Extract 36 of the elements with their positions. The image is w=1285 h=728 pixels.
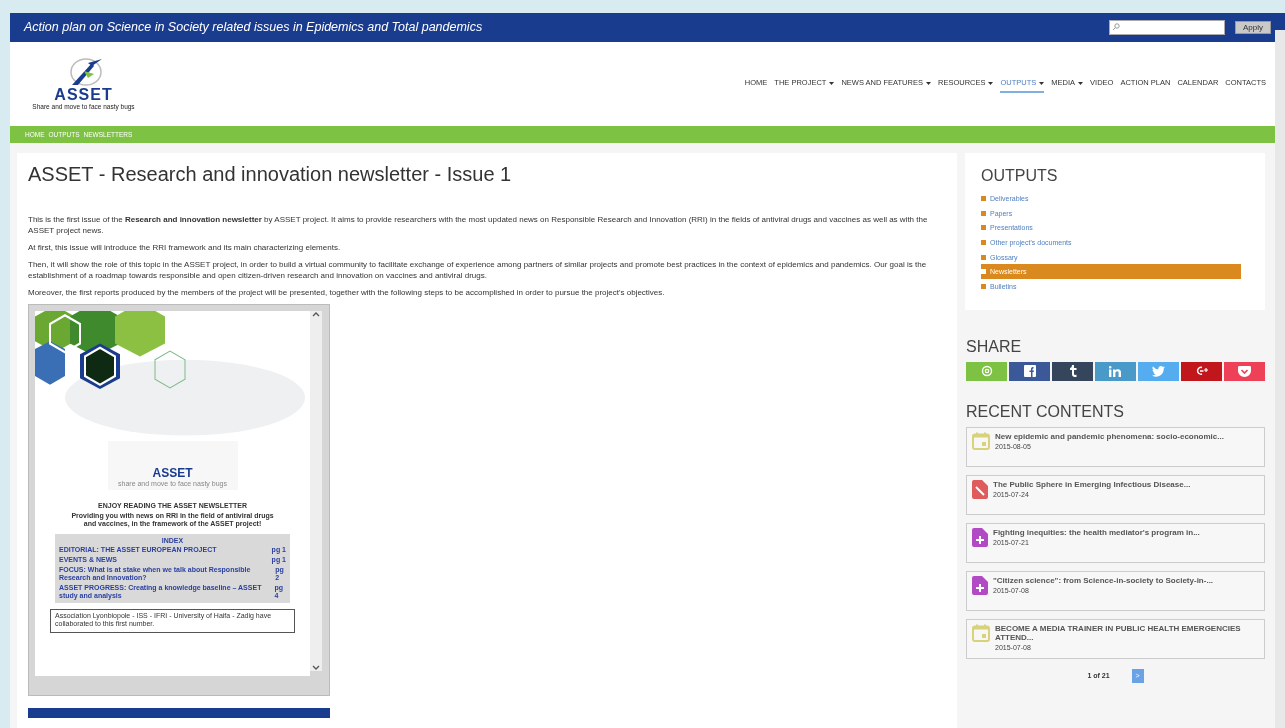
calendar-icon <box>972 431 990 450</box>
article-title: ASSET - Research and innovation newsletter - Issue 1 <box>28 163 513 186</box>
linkedin-icon <box>1109 365 1122 377</box>
search-field[interactable] <box>1109 19 1225 35</box>
share-button[interactable] <box>1181 361 1222 381</box>
apply-button[interactable]: Apply <box>1235 20 1271 34</box>
recent-title-link[interactable]: The Public Sphere in Emerging Infectious Disease... <box>993 479 1191 489</box>
share-button[interactable] <box>1052 361 1093 381</box>
pencil-document-icon <box>972 479 988 499</box>
share-button[interactable] <box>1009 361 1050 381</box>
recent-title-link[interactable]: "Citizen science": from Science-in-society to Society-in-... <box>993 575 1214 585</box>
article-paragraph: At first, this issue will introduce the RRI framework and its main characterizing elements. <box>28 242 342 253</box>
article-paragraph: This is the first issue of the Research and innovation newsletter by ASSET project. It aims to provide researchers with the most updated news on Responsible Research and Innovation (RRI) in the fields of antiviral drugs and vaccines as well as with the ASSET project news. <box>28 214 929 236</box>
site-title: Action plan on Science in Society related issues in Epidemics and Total pandemics <box>24 20 483 35</box>
pocket-icon <box>1238 365 1251 377</box>
recent-heading: RECENT CONTENTS <box>966 402 1125 421</box>
vertical-scrollbar[interactable] <box>310 311 322 671</box>
chevron-up-icon[interactable] <box>312 311 320 317</box>
share-heading: SHARE <box>966 337 1023 356</box>
facebook-icon <box>1023 365 1036 378</box>
document-plus-icon <box>972 527 988 547</box>
calendar-icon <box>972 623 990 642</box>
recent-title-link[interactable]: New epidemic and pandemic phenomena: socio-economic... <box>995 431 1224 441</box>
chevron-down-icon[interactable] <box>312 665 320 671</box>
outputs-heading: OUTPUTS <box>981 167 1059 185</box>
logo-name: ASSET <box>54 87 113 104</box>
recent-title-link[interactable]: Fighting inequities: the health mediator's program in... <box>993 527 1200 537</box>
document-plus-icon <box>972 575 988 595</box>
page-scrollbar[interactable] <box>1275 30 1285 728</box>
twitter-icon <box>1152 365 1165 377</box>
googleplus-icon <box>1194 365 1209 378</box>
search-icon <box>1112 23 1120 32</box>
article-paragraph: Then, it will show the role of this topic in the ASSET project, in order to build a virtual community to facilitate exchange of experience among partners of similar projects and promote best practices in the context of epidemics and pandemics. Our goal is the establishment of a roadmap towards responsible and open citizen-driven research and innovation on vaccines and antiviral drugs. <box>28 259 928 281</box>
article-paragraph: Moreover, the first reports produced by the members of the project will be presented, together with the following steps to be accomplished in order to pursue the project's objectives. <box>28 287 666 298</box>
tumblr-icon <box>1068 365 1077 378</box>
recent-title-link[interactable]: BECOME A MEDIA TRAINER IN PUBLIC HEALTH EMERGENCIES ATTEND... <box>995 623 1259 642</box>
